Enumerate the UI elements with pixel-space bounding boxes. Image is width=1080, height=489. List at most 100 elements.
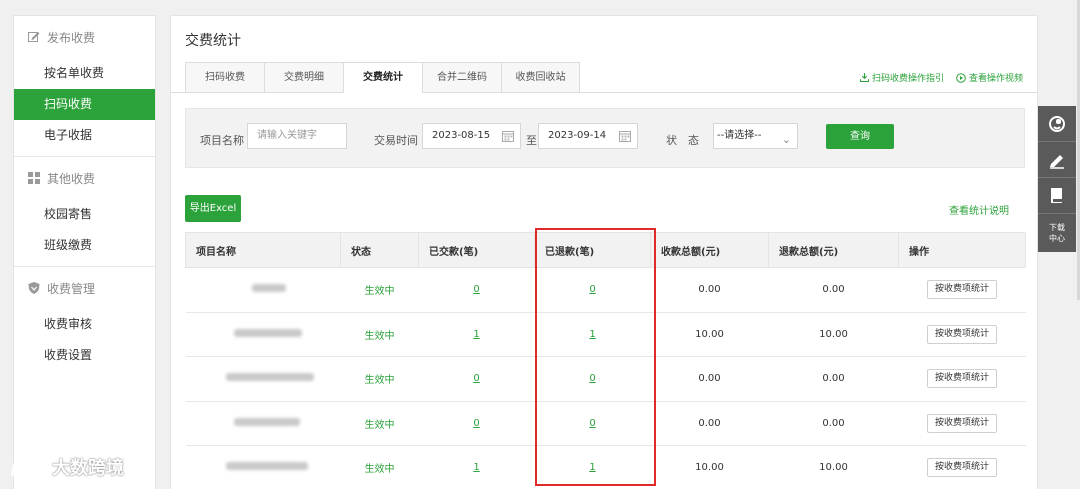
date-from-input[interactable]: 2023-08-15	[422, 123, 521, 149]
grid-icon	[28, 172, 40, 184]
refund-count-link[interactable]: 1	[589, 329, 595, 340]
tab-payment-stats[interactable]: 交费统计	[343, 62, 422, 93]
tab-payment-detail[interactable]: 交费明细	[264, 62, 343, 93]
cell-status: 生效中	[340, 401, 419, 446]
feedback-button[interactable]	[1038, 142, 1076, 178]
cell-refund-total: 0.00	[768, 401, 899, 446]
cell-refunded: 0	[534, 401, 651, 446]
project-search-input[interactable]: 请输入关键字	[247, 123, 347, 149]
stats-by-item-button[interactable]: 按收费项统计	[926, 413, 997, 433]
cell-total: 10.00	[650, 312, 769, 357]
col-header-actions: 操作	[898, 232, 1026, 268]
paid-count-link[interactable]: 0	[473, 418, 479, 429]
cell-paid: 0	[418, 401, 535, 446]
paid-count-link[interactable]: 1	[473, 462, 479, 473]
sidebar-item-consignment[interactable]: 校园寄售	[14, 199, 155, 230]
cell-actions: 按收费项统计	[898, 356, 1026, 402]
cell-status: 生效中	[340, 267, 419, 313]
stats-explain-link[interactable]: 查看统计说明	[949, 202, 1009, 217]
floating-toolbar: 下载 中心	[1038, 106, 1076, 252]
download-center-button[interactable]: 下载 中心	[1038, 214, 1076, 252]
cell-paid: 1	[418, 312, 535, 357]
redacted-text	[233, 417, 300, 426]
date-separator: 至	[526, 134, 537, 147]
cell-paid: 0	[418, 356, 535, 402]
cell-project-name	[185, 267, 341, 313]
status-select-value: --请选择--	[717, 130, 762, 141]
export-excel-button[interactable]: 导出Excel	[185, 195, 241, 222]
query-button[interactable]: 查询	[826, 124, 894, 149]
cell-actions: 按收费项统计	[898, 401, 1026, 446]
cell-refunded: 1	[534, 312, 651, 357]
download-center-label-1: 下载	[1049, 223, 1065, 232]
cell-total: 0.00	[650, 356, 769, 402]
sidebar-item-e-receipt[interactable]: 电子收据	[14, 120, 155, 151]
redacted-text	[225, 462, 308, 471]
sidebar-item-scan-charge[interactable]: 扫码收费	[14, 89, 155, 120]
col-header-paid: 已交款(笔)	[418, 232, 535, 268]
watermark-text: 大数跨境	[52, 458, 124, 479]
cell-paid: 1	[418, 445, 535, 489]
guide-link[interactable]: 扫码收费操作指引	[859, 71, 944, 84]
col-header-name: 项目名称	[185, 232, 341, 268]
video-link[interactable]: 查看操作视频	[956, 71, 1023, 84]
stats-table: 项目名称 状态 已交款(笔) 已退款(笔) 收款总额(元) 退款总额(元) 操作…	[185, 232, 1026, 489]
stats-by-item-button[interactable]: 按收费项统计	[926, 324, 997, 344]
tab-recycle-bin[interactable]: 收费回收站	[501, 62, 580, 93]
date-to-input[interactable]: 2023-09-14	[538, 123, 638, 149]
col-header-refunded: 已退款(笔)	[534, 232, 651, 268]
refund-count-link[interactable]: 0	[589, 284, 595, 295]
stats-by-item-button[interactable]: 按收费项统计	[926, 458, 997, 478]
cell-status: 生效中	[340, 356, 419, 402]
cell-status: 生效中	[340, 312, 419, 357]
table-row: 生效中 0 0 0.00 0.00 按收费项统计	[185, 401, 1026, 446]
cell-paid: 0	[418, 267, 535, 313]
tab-scan-charge[interactable]: 扫码收费	[185, 62, 264, 93]
sidebar-item-settings[interactable]: 收费设置	[14, 340, 155, 371]
redacted-text	[251, 284, 286, 293]
paid-count-link[interactable]: 0	[473, 284, 479, 295]
time-label: 交易时间	[374, 134, 418, 147]
refund-count-link[interactable]: 0	[589, 418, 595, 429]
tab-bar: 扫码收费 交费明细 交费统计 合并二维码 收费回收站	[185, 62, 580, 93]
download-icon	[859, 73, 869, 82]
sidebar-item-list-charge[interactable]: 按名单收费	[14, 58, 155, 89]
table-row: 生效中 0 0 0.00 0.00 按收费项统计	[185, 267, 1026, 313]
manual-button[interactable]	[1038, 178, 1076, 214]
download-center-label-2: 中心	[1049, 234, 1065, 243]
project-label: 项目名称	[200, 134, 244, 147]
pencil-icon	[1050, 154, 1064, 169]
top-links: 扫码收费操作指引 查看操作视频	[859, 71, 1023, 84]
refund-count-link[interactable]: 1	[589, 462, 595, 473]
watermark-logo-icon	[11, 455, 48, 477]
table-row: 生效中 1 1 10.00 10.00 按收费项统计	[185, 445, 1026, 489]
cell-project-name	[185, 445, 341, 489]
sidebar-item-audit[interactable]: 收费审核	[14, 309, 155, 340]
status-select[interactable]: --请选择-- ⌄	[713, 123, 798, 149]
watermark: 大数跨境	[10, 454, 124, 480]
table-header-row: 项目名称 状态 已交款(笔) 已退款(笔) 收款总额(元) 退款总额(元) 操作	[185, 232, 1026, 268]
cell-actions: 按收费项统计	[898, 267, 1026, 313]
paid-count-link[interactable]: 0	[473, 373, 479, 384]
sidebar-group-label: 发布收费	[47, 30, 96, 45]
stats-by-item-button[interactable]: 按收费项统计	[926, 280, 997, 300]
stats-by-item-button[interactable]: 按收费项统计	[926, 369, 997, 389]
cell-actions: 按收费项统计	[898, 445, 1026, 489]
page-title: 交费统计	[185, 33, 241, 49]
shield-icon	[28, 282, 40, 294]
main-panel: 交费统计 扫码收费 交费明细 交费统计 合并二维码 收费回收站 扫码收费操作指引…	[170, 15, 1038, 489]
sidebar-item-class-fee[interactable]: 班级缴费	[14, 230, 155, 261]
col-header-refund-total: 退款总额(元)	[768, 232, 899, 268]
customer-service-button[interactable]	[1038, 106, 1076, 142]
cell-refund-total: 0.00	[768, 356, 899, 402]
cell-project-name	[185, 401, 341, 446]
sidebar-group-label: 其他收费	[47, 171, 96, 186]
sidebar-group-manage: 收费管理	[14, 267, 155, 309]
cell-refund-total: 0.00	[768, 267, 899, 313]
paid-count-link[interactable]: 1	[473, 329, 479, 340]
refund-count-link[interactable]: 0	[589, 373, 595, 384]
status-label: 状 态	[666, 134, 699, 147]
table-row: 生效中 1 1 10.00 10.00 按收费项统计	[185, 312, 1026, 357]
tab-merge-qrcode[interactable]: 合并二维码	[422, 62, 501, 93]
sidebar-group-publish: 发布收费	[14, 16, 155, 58]
